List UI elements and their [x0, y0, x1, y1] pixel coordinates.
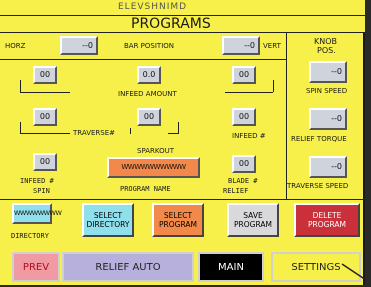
relief-torque-field[interactable]: --0 [309, 108, 347, 130]
bracket-line [130, 128, 131, 134]
bracket-line [20, 92, 70, 93]
infeed-amount-field[interactable]: 0.0 [137, 66, 161, 84]
save-program-button[interactable]: SAVE PROGRAM [227, 203, 279, 237]
bracket-line [168, 133, 179, 134]
bar-position-label: BAR POSITION [124, 42, 175, 50]
section-divider [0, 199, 365, 200]
traverse-speed-label: TRAVERSE SPEED [287, 182, 349, 190]
program-name-field[interactable]: WWWWWWWWWW [107, 157, 200, 178]
prev-button[interactable]: PREV [12, 252, 60, 282]
traverse-field-center[interactable]: 00 [137, 108, 161, 126]
spin-field[interactable]: 00 [33, 153, 57, 171]
blade-label-1: BLADE # [228, 177, 258, 185]
spin-label-2: SPIN [33, 187, 50, 195]
main-button[interactable]: MAIN [198, 252, 264, 282]
bracket-line [20, 122, 21, 133]
relief-torque-label: RELIEF TORQUE [291, 135, 347, 143]
spin-speed-field[interactable]: --0 [309, 61, 347, 83]
bracket-line [20, 80, 21, 92]
vert-position-field[interactable]: --0 [222, 36, 260, 55]
directory-label: DIRECTORY [11, 232, 49, 240]
horiz-label: HORZ [5, 42, 26, 50]
infeed-field-left[interactable]: 00 [33, 66, 57, 84]
top-strip: ELEVSHNIMD [0, 0, 365, 16]
row-divider [0, 59, 287, 60]
bracket-line [225, 92, 273, 93]
traverse-speed-field[interactable]: --0 [309, 156, 347, 178]
traverse-label: TRAVERSE# [73, 129, 116, 137]
bracket-line [20, 133, 70, 134]
horiz-position-field[interactable]: --0 [60, 36, 98, 55]
title-bar: PROGRAMS [0, 15, 365, 33]
top-strip-text: ELEVSHNIMD [118, 2, 188, 12]
spin-speed-label: SPIN SPEED [306, 87, 348, 95]
delete-program-button[interactable]: DELETE PROGRAM [294, 203, 360, 237]
pointer-cursor-icon [341, 263, 367, 281]
infeed-field-right[interactable]: 00 [232, 66, 256, 84]
vert-label: VERT [263, 42, 281, 50]
knob-title-1: KNOB [314, 37, 338, 46]
infeed-amount-label: INFEED AMOUNT [118, 90, 177, 98]
spin-label-1: INFEED # [20, 177, 54, 185]
program-name-label: PROGRAM NAME [120, 185, 171, 193]
traverse-field-left[interactable]: 00 [33, 108, 57, 126]
blade-label-2: RELIEF [223, 187, 249, 195]
infeed-number-label: INFEED # [232, 132, 266, 140]
traverse-field-right[interactable]: 00 [232, 108, 256, 126]
blade-field[interactable]: 00 [232, 155, 256, 173]
bracket-line [273, 80, 274, 92]
page-title: PROGRAMS [131, 16, 211, 32]
directory-field[interactable]: WWWWWWWW [12, 203, 62, 224]
select-program-button[interactable]: SELECT PROGRAM [152, 203, 204, 237]
knob-divider [286, 33, 287, 199]
knob-title-2: POS. [317, 46, 336, 55]
select-directory-button[interactable]: SELECT DIRECTORY [82, 203, 134, 237]
sparkout-label: SPARKOUT [137, 147, 174, 155]
relief-auto-button[interactable]: RELIEF AUTO [62, 252, 194, 282]
